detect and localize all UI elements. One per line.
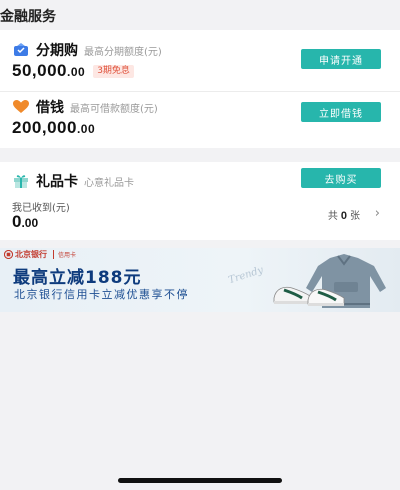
gift-card-title-row: 礼品卡 心意礼品卡 [0, 171, 134, 191]
loan-label: 借钱 [36, 100, 64, 116]
divider [0, 91, 400, 92]
bank-logo: 北京银行 信用卡 [4, 249, 76, 260]
heart-icon [12, 99, 30, 115]
card-count[interactable]: 共0张 [328, 207, 360, 222]
sneakers-image [273, 286, 345, 306]
chevron-right-icon[interactable]: › [375, 206, 380, 221]
loan-amount: 200,000.00 [12, 118, 96, 137]
installment-label: 分期购 [36, 43, 78, 59]
home-indicator[interactable] [118, 478, 282, 483]
borrow-now-button[interactable]: 立即借钱 [301, 102, 381, 122]
gift-card-section: 礼品卡 心意礼品卡 去购买 我已收到(元) 0.00 共0张 › [0, 162, 400, 240]
gift-icon [12, 173, 30, 189]
apply-open-button[interactable]: 申请开通 [301, 49, 381, 69]
buy-gift-card-button[interactable]: 去购买 [301, 168, 381, 188]
gift-card-sub: 心意礼品卡 [84, 177, 134, 189]
installment-amount: 50,000.00 3期免息 [12, 61, 134, 81]
installment-sub: 最高分期额度(元) [84, 46, 162, 58]
cube-icon [12, 42, 30, 58]
banner-subtitle: 北京银行信用卡立减优惠享不停 [14, 288, 189, 301]
section-title: 金融服务 [0, 9, 56, 25]
received-amount: 0.00 [12, 212, 39, 231]
banner-script: Trendy [227, 264, 265, 287]
gift-card-label: 礼品卡 [36, 174, 78, 190]
bank-emblem-icon [4, 250, 13, 259]
installment-row[interactable]: 分期购 最高分期额度(元) 50,000.00 3期免息 申请开通 [0, 40, 400, 86]
banner-headline: 最高立减188元 [13, 268, 142, 288]
finance-card: 分期购 最高分期额度(元) 50,000.00 3期免息 申请开通 借钱 最高可借… [0, 30, 400, 148]
loan-row[interactable]: 借钱 最高可借款额度(元) 200,000.00 立即借钱 [0, 97, 400, 143]
promo-banner[interactable]: 北京银行 信用卡 最高立减188元 北京银行信用卡立减优惠享不停 Trendy [0, 248, 400, 312]
interest-free-badge: 3期免息 [93, 65, 134, 78]
loan-sub: 最高可借款额度(元) [70, 103, 158, 115]
